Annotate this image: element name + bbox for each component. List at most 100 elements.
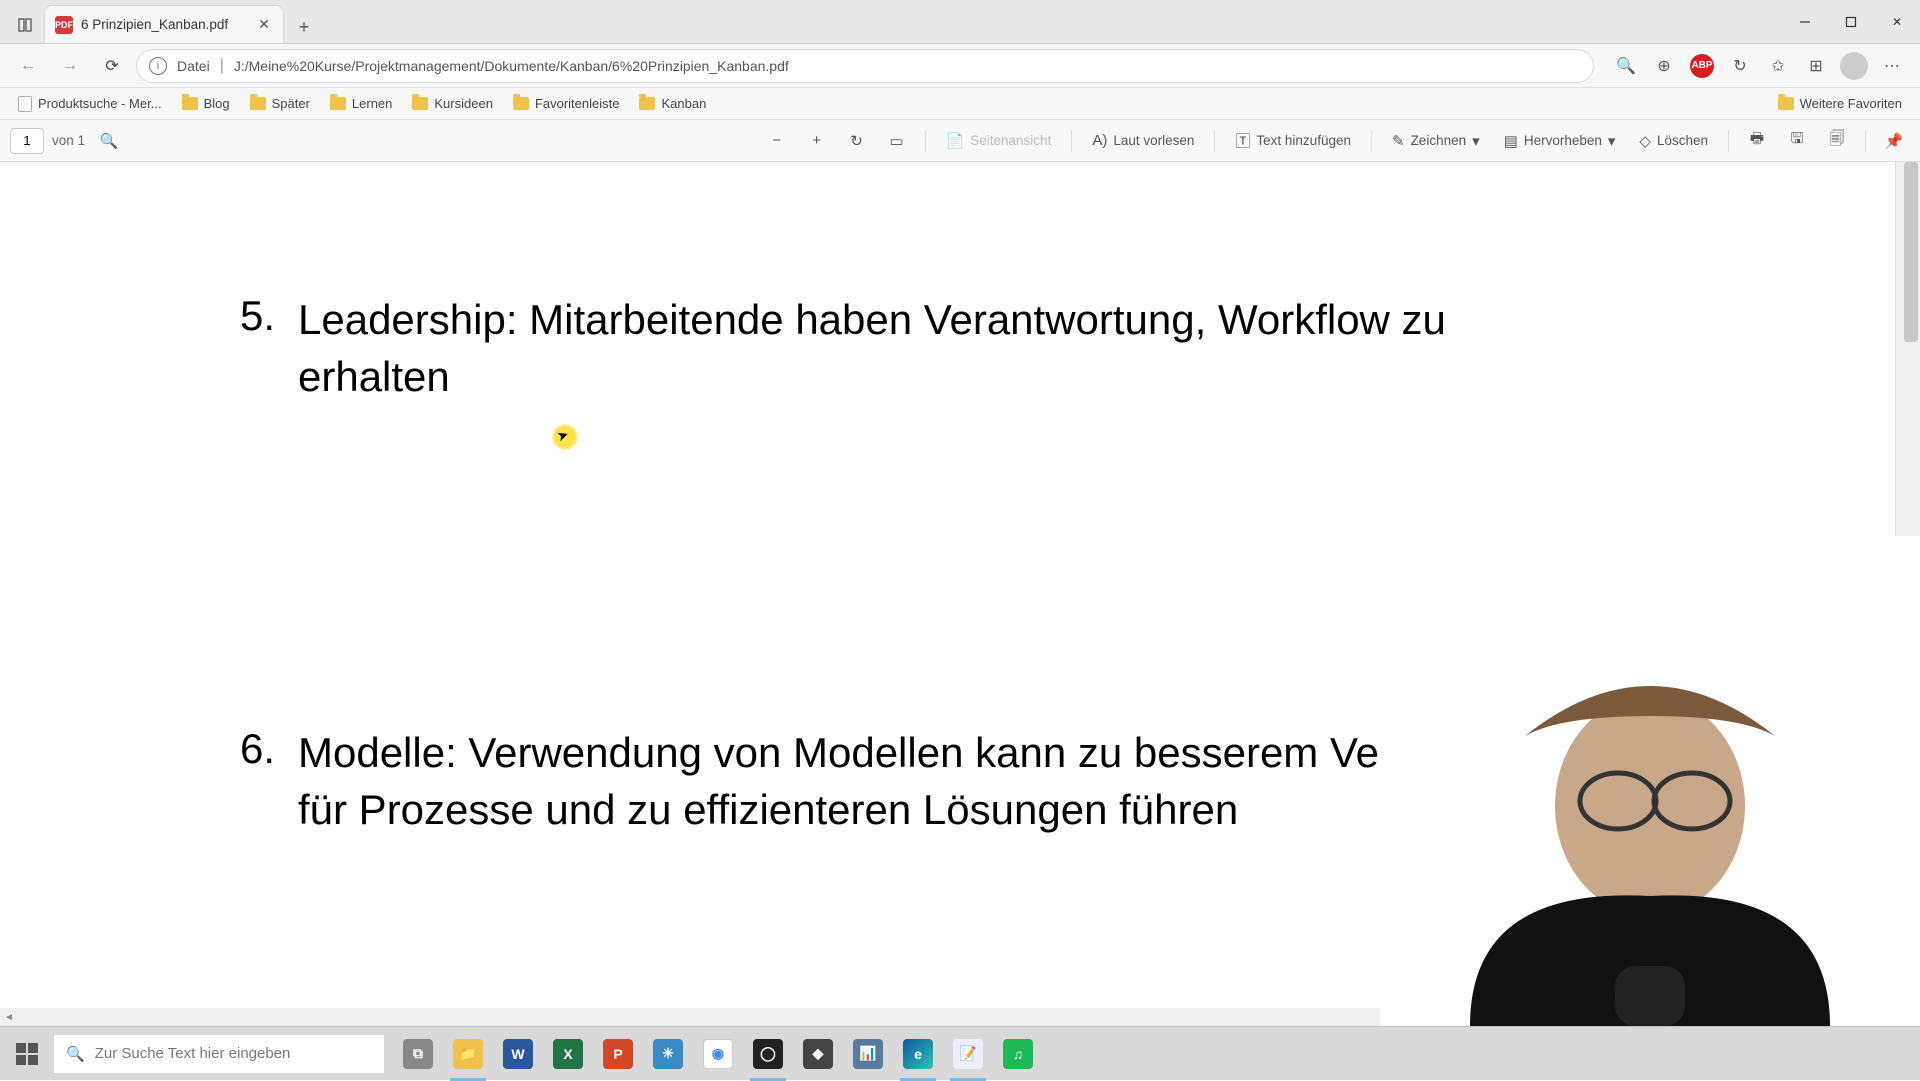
browser-tab-active[interactable]: PDF 6 Prinzipien_Kanban.pdf ✕ xyxy=(44,5,284,43)
chevron-down-icon: ▾ xyxy=(1472,132,1480,150)
window-minimize-button[interactable] xyxy=(1782,4,1828,40)
toolbar-separator xyxy=(1728,130,1729,152)
toolbar-separator xyxy=(1214,130,1215,152)
new-tab-button[interactable]: + xyxy=(288,11,320,43)
folder-icon xyxy=(513,97,529,110)
pdf-add-text-button[interactable]: 🅃Text hinzufügen xyxy=(1227,125,1359,157)
bookmark-folder[interactable]: Später xyxy=(242,92,318,115)
bookmark-folder[interactable]: Kursideen xyxy=(404,92,501,115)
bookmarks-bar: Produktsuche - Mer... Blog Später Lernen… xyxy=(0,88,1920,120)
cursor-icon: ➤ xyxy=(555,425,572,445)
scroll-left-arrow[interactable]: ◄ xyxy=(0,1008,18,1026)
list-item-5: 5. Leadership: Mitarbeitende haben Veran… xyxy=(240,292,1835,405)
start-button[interactable] xyxy=(0,1027,54,1081)
window-controls: ✕ xyxy=(1782,4,1920,40)
collections-icon[interactable]: ⊞ xyxy=(1798,48,1834,84)
adblock-extension-icon[interactable]: ABP xyxy=(1684,48,1720,84)
bookmark-label: Blog xyxy=(204,96,230,111)
bookmark-item[interactable]: Produktsuche - Mer... xyxy=(10,92,170,116)
zoom-indicator-icon[interactable]: 🔍 xyxy=(1608,48,1644,84)
browser-menu-button[interactable]: ⋯ xyxy=(1874,48,1910,84)
pdf-highlight-label: Hervorheben xyxy=(1524,133,1602,148)
page-icon xyxy=(18,96,32,112)
profile-avatar[interactable] xyxy=(1836,48,1872,84)
nav-forward-button[interactable]: → xyxy=(52,48,88,84)
list-number: 5. xyxy=(240,292,298,405)
tab-close-button[interactable]: ✕ xyxy=(255,16,273,34)
pdf-read-aloud-label: Laut vorlesen xyxy=(1113,133,1194,148)
list-text: Leadership: Mitarbeitende haben Verantwo… xyxy=(298,292,1578,405)
toolbar-separator xyxy=(925,130,926,152)
pdf-page-count: von 1 xyxy=(52,133,85,148)
pdf-add-text-label: Text hinzufügen xyxy=(1256,133,1351,148)
taskbar-app-generic2[interactable]: 📊 xyxy=(844,1027,892,1081)
pdf-read-aloud-button[interactable]: A)Laut vorlesen xyxy=(1084,125,1202,157)
search-icon: 🔍 xyxy=(66,1045,85,1063)
bookmark-label: Favoritenleiste xyxy=(535,96,620,111)
task-view-button[interactable]: ⧉ xyxy=(394,1027,442,1081)
bookmark-folder[interactable]: Kanban xyxy=(631,92,714,115)
taskbar-app-obs[interactable]: ◯ xyxy=(744,1027,792,1081)
taskbar-app-excel[interactable]: X xyxy=(544,1027,592,1081)
toolbar-separator xyxy=(1371,130,1372,152)
bookmarks-overflow[interactable]: Weitere Favoriten xyxy=(1770,92,1910,115)
tab-title: 6 Prinzipien_Kanban.pdf xyxy=(81,17,247,32)
tab-actions-button[interactable] xyxy=(8,7,44,43)
search-placeholder: Zur Suche Text hier eingeben xyxy=(95,1045,291,1062)
window-maximize-button[interactable] xyxy=(1828,4,1874,40)
address-bar[interactable]: i Datei | J:/Meine%20Kurse/Projektmanage… xyxy=(136,49,1594,83)
bookmark-label: Lernen xyxy=(352,96,392,111)
pdf-save-button[interactable]: 🖫 xyxy=(1781,125,1813,157)
site-info-icon[interactable]: i xyxy=(149,57,167,75)
folder-icon xyxy=(182,97,198,110)
folder-icon xyxy=(330,97,346,110)
bookmark-label: Produktsuche - Mer... xyxy=(38,96,162,111)
pdf-saveas-button[interactable]: 🗐 xyxy=(1821,125,1853,157)
bookmark-folder[interactable]: Lernen xyxy=(322,92,400,115)
windows-taskbar: 🔍 Zur Suche Text hier eingeben ⧉ 📁 W X P… xyxy=(0,1026,1920,1080)
tab-strip: PDF 6 Prinzipien_Kanban.pdf ✕ + xyxy=(0,0,320,43)
taskbar-app-spotify[interactable]: ♫ xyxy=(994,1027,1042,1081)
address-bar-row: ← → ⟳ i Datei | J:/Meine%20Kurse/Projekt… xyxy=(0,44,1920,88)
pdf-zoom-in-button[interactable]: + xyxy=(801,125,833,157)
url-path: J:/Meine%20Kurse/Projektmanagement/Dokum… xyxy=(234,58,1581,74)
pdf-search-button[interactable]: 🔍 xyxy=(93,125,125,157)
bookmark-folder[interactable]: Favoritenleiste xyxy=(505,92,628,115)
chevron-down-icon: ▾ xyxy=(1608,132,1616,150)
taskbar-app-chrome[interactable]: ◉ xyxy=(694,1027,742,1081)
pdf-zoom-out-button[interactable]: − xyxy=(761,125,793,157)
nav-reload-button[interactable]: ⟳ xyxy=(94,48,130,84)
taskbar-app-weather[interactable]: ☀ xyxy=(644,1027,692,1081)
pdf-page-input[interactable] xyxy=(10,128,44,154)
pdf-draw-label: Zeichnen xyxy=(1411,133,1467,148)
pdf-draw-button[interactable]: ✎Zeichnen▾ xyxy=(1384,125,1488,157)
taskbar-app-notepad[interactable]: 📝 xyxy=(944,1027,992,1081)
pdf-highlight-button[interactable]: ▤Hervorheben▾ xyxy=(1496,125,1624,157)
url-scheme: Datei xyxy=(177,58,210,74)
scrollbar-thumb[interactable] xyxy=(1904,162,1918,342)
favorites-star-icon[interactable]: ✩ xyxy=(1760,48,1796,84)
taskbar-search[interactable]: 🔍 Zur Suche Text hier eingeben xyxy=(54,1035,384,1073)
taskbar-app-explorer[interactable]: 📁 xyxy=(444,1027,492,1081)
webcam-overlay xyxy=(1380,536,1920,1026)
translate-icon[interactable]: ⊕ xyxy=(1646,48,1682,84)
pdf-fit-button[interactable]: ▭ xyxy=(881,125,913,157)
pdf-erase-button[interactable]: ◇Löschen xyxy=(1631,125,1716,157)
window-close-button[interactable]: ✕ xyxy=(1874,4,1920,40)
folder-icon xyxy=(639,97,655,110)
toolbar-separator xyxy=(1071,130,1072,152)
nav-back-button[interactable]: ← xyxy=(10,48,46,84)
pdf-rotate-button[interactable]: ↻ xyxy=(841,125,873,157)
bookmark-folder[interactable]: Blog xyxy=(174,92,238,115)
pdf-page-view-button[interactable]: 📄Seitenansicht xyxy=(938,125,1060,157)
folder-icon xyxy=(250,97,266,110)
pdf-pin-toolbar-button[interactable]: 📌 xyxy=(1878,125,1910,157)
taskbar-app-word[interactable]: W xyxy=(494,1027,542,1081)
pdf-print-button[interactable]: 🖶 xyxy=(1741,125,1773,157)
taskbar-app-generic1[interactable]: ◆ xyxy=(794,1027,842,1081)
sync-icon[interactable]: ↻ xyxy=(1722,48,1758,84)
bookmark-label: Weitere Favoriten xyxy=(1800,96,1902,111)
pdf-erase-label: Löschen xyxy=(1657,133,1708,148)
taskbar-app-powerpoint[interactable]: P xyxy=(594,1027,642,1081)
taskbar-app-edge[interactable]: e xyxy=(894,1027,942,1081)
